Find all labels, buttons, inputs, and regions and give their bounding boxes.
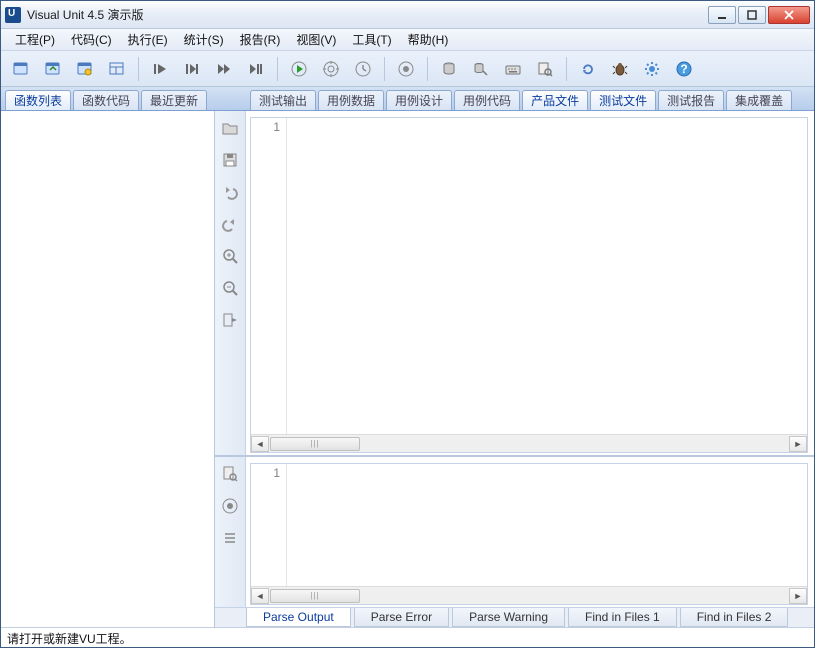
database-button[interactable]	[435, 55, 463, 83]
play-first-button[interactable]	[146, 55, 174, 83]
menu-project[interactable]: 工程(P)	[7, 29, 63, 50]
tab-product-file[interactable]: 产品文件	[522, 90, 588, 110]
top-editor-code[interactable]	[287, 118, 807, 434]
main-toolbar: ?	[1, 51, 814, 87]
goto-icon[interactable]	[219, 309, 241, 331]
list-icon[interactable]	[219, 527, 241, 549]
scroll-thumb[interactable]: |||	[270, 589, 360, 603]
record-circle-icon[interactable]	[219, 495, 241, 517]
tab-find-files-2[interactable]: Find in Files 2	[680, 608, 789, 627]
tab-parse-output[interactable]: Parse Output	[246, 608, 351, 627]
bottom-editor-code[interactable]	[287, 464, 807, 586]
keyboard-button[interactable]	[499, 55, 527, 83]
bottom-editor-side-toolbar	[215, 457, 246, 607]
play-skip-button[interactable]	[210, 55, 238, 83]
top-editor-hscrollbar[interactable]: ◄ ||| ►	[251, 434, 807, 452]
refresh-button[interactable]	[574, 55, 602, 83]
play-jump-button[interactable]	[242, 55, 270, 83]
maximize-button[interactable]	[738, 6, 766, 24]
tab-function-list[interactable]: 函数列表	[5, 90, 71, 110]
zoom-in-icon[interactable]	[219, 245, 241, 267]
menu-tools[interactable]: 工具(T)	[344, 29, 399, 50]
tab-test-report[interactable]: 测试报告	[658, 90, 724, 110]
help-button[interactable]: ?	[670, 55, 698, 83]
top-editor-gutter: 1	[251, 118, 287, 434]
tab-function-code[interactable]: 函数代码	[73, 90, 139, 110]
tab-case-design[interactable]: 用例设计	[386, 90, 452, 110]
tab-coverage[interactable]: 集成覆盖	[726, 90, 792, 110]
run-button[interactable]	[285, 55, 313, 83]
open-window-button[interactable]	[39, 55, 67, 83]
toolbar-separator	[427, 57, 428, 81]
minimize-button[interactable]	[708, 6, 736, 24]
menu-code[interactable]: 代码(C)	[63, 29, 120, 50]
tab-recent[interactable]: 最近更新	[141, 90, 207, 110]
undo-icon[interactable]	[219, 181, 241, 203]
settings-button[interactable]	[638, 55, 666, 83]
menu-report[interactable]: 报告(R)	[232, 29, 289, 50]
scroll-track[interactable]: |||	[269, 588, 789, 604]
tab-parse-warning[interactable]: Parse Warning	[452, 608, 565, 627]
toolbar-separator	[384, 57, 385, 81]
app-icon	[5, 7, 21, 23]
bug-button[interactable]	[606, 55, 634, 83]
save-icon[interactable]	[219, 149, 241, 171]
folder-icon[interactable]	[219, 117, 241, 139]
scroll-left-button[interactable]: ◄	[251, 588, 269, 604]
zoom-out-icon[interactable]	[219, 277, 241, 299]
scroll-right-button[interactable]: ►	[789, 588, 807, 604]
tab-test-output[interactable]: 测试输出	[250, 90, 316, 110]
toolbar-separator	[138, 57, 139, 81]
close-button[interactable]	[768, 6, 810, 24]
scroll-right-button[interactable]: ►	[789, 436, 807, 452]
bottom-editor-gutter: 1	[251, 464, 287, 586]
menubar: 工程(P) 代码(C) 执行(E) 统计(S) 报告(R) 视图(V) 工具(T…	[1, 29, 814, 51]
tab-parse-error[interactable]: Parse Error	[354, 608, 449, 627]
line-number: 1	[273, 120, 280, 134]
inspect-button[interactable]	[531, 55, 559, 83]
menu-execute[interactable]: 执行(E)	[120, 29, 176, 50]
redo-icon[interactable]	[219, 213, 241, 235]
tab-case-data[interactable]: 用例数据	[318, 90, 384, 110]
statusbar: 请打开或新建VU工程。	[1, 627, 814, 647]
tab-case-code[interactable]: 用例代码	[454, 90, 520, 110]
menu-stats[interactable]: 统计(S)	[176, 29, 232, 50]
menu-view[interactable]: 视图(V)	[288, 29, 344, 50]
recent-window-button[interactable]	[71, 55, 99, 83]
top-editor[interactable]: 1 ◄ ||| ►	[250, 117, 808, 453]
function-list-panel[interactable]	[1, 111, 215, 627]
status-text: 请打开或新建VU工程。	[7, 632, 132, 646]
play-next-button[interactable]	[178, 55, 206, 83]
database-link-button[interactable]	[467, 55, 495, 83]
left-tabstrip: 函数列表 函数代码 最近更新	[1, 87, 215, 111]
menu-help[interactable]: 帮助(H)	[400, 29, 457, 50]
line-number: 1	[273, 466, 280, 480]
scroll-track[interactable]: |||	[269, 436, 789, 452]
titlebar: Visual Unit 4.5 演示版	[1, 1, 814, 29]
scroll-left-button[interactable]: ◄	[251, 436, 269, 452]
toolbar-separator	[277, 57, 278, 81]
window-title: Visual Unit 4.5 演示版	[27, 6, 706, 23]
tab-spacer	[215, 87, 246, 111]
output-tabstrip: Parse Output Parse Error Parse Warning F…	[215, 607, 814, 627]
search-doc-icon[interactable]	[219, 463, 241, 485]
bottom-editor-hscrollbar[interactable]: ◄ ||| ►	[251, 586, 807, 604]
toolbar-separator	[566, 57, 567, 81]
bottom-editor[interactable]: 1 ◄ ||| ►	[250, 463, 808, 605]
layout-button[interactable]	[103, 55, 131, 83]
scroll-thumb[interactable]: |||	[270, 437, 360, 451]
record-button[interactable]	[392, 55, 420, 83]
tab-find-files-1[interactable]: Find in Files 1	[568, 608, 677, 627]
clock-button[interactable]	[349, 55, 377, 83]
right-tabstrip: 测试输出 用例数据 用例设计 用例代码 产品文件 测试文件 测试报告 集成覆盖	[246, 87, 814, 111]
top-editor-side-toolbar	[215, 111, 246, 455]
target-button[interactable]	[317, 55, 345, 83]
new-window-button[interactable]	[7, 55, 35, 83]
svg-text:?: ?	[680, 62, 687, 76]
tab-test-file[interactable]: 测试文件	[590, 90, 656, 110]
